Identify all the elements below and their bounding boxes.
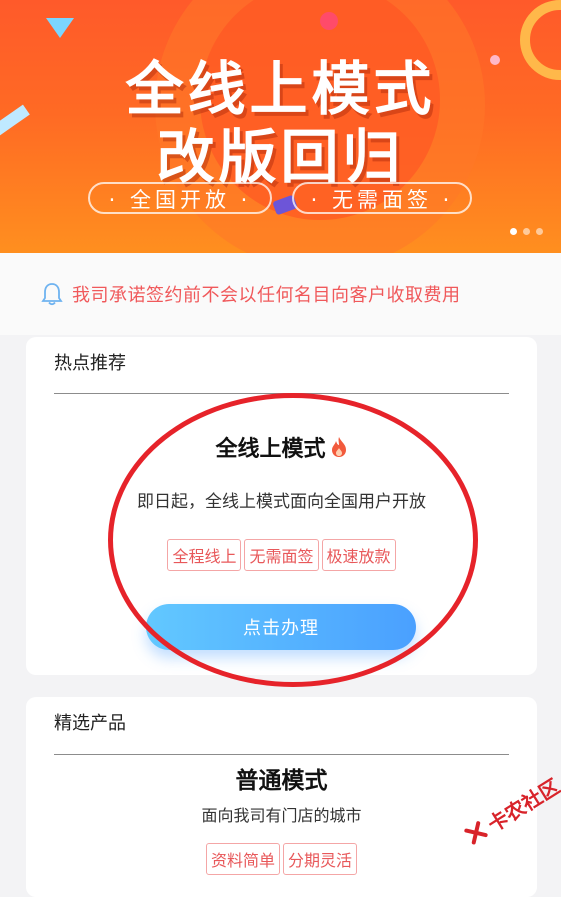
divider <box>54 754 509 755</box>
product-title: 全线上模式 <box>26 431 537 464</box>
banner-pill-no-signing: · 无需面签 · <box>292 182 472 214</box>
banner-decor-triangle <box>46 18 74 38</box>
product-tags: 全程线上 无需面签 极速放款 <box>26 539 537 571</box>
product-tag: 全程线上 <box>167 539 242 571</box>
product-tag: 分期灵活 <box>283 843 358 875</box>
apply-button[interactable]: 点击办理 <box>146 604 416 650</box>
notice-text: 我司承诺签约前不会以任何名目向客户收取费用 <box>72 285 461 306</box>
carousel-indicators <box>510 228 543 235</box>
banner-title-line2: 改版回归 <box>156 123 405 191</box>
product-description: 即日起，全线上模式面向全国用户开放 <box>137 492 426 512</box>
product-tags: 资料简单 分期灵活 <box>26 843 537 875</box>
bell-icon <box>40 281 64 307</box>
section-title: 精选产品 <box>54 713 126 734</box>
product-tag: 极速放款 <box>321 539 396 571</box>
hot-recommend-card: 热点推荐 全线上模式 即日起，全线上模式面向全国用户开放 全程线上 无需面签 极… <box>26 337 537 675</box>
carousel-dot[interactable] <box>536 228 543 235</box>
carousel-dot[interactable] <box>510 228 517 235</box>
product-tag: 资料简单 <box>205 843 280 875</box>
product-title-text: 全线上模式 <box>215 437 326 462</box>
section-title: 热点推荐 <box>54 353 126 374</box>
product-title: 普通模式 <box>235 768 328 794</box>
featured-products-card: 精选产品 普通模式 面向我司有门店的城市 资料简单 分期灵活 <box>26 697 537 897</box>
product-tag: 无需面签 <box>244 539 319 571</box>
notice-bar: 我司承诺签约前不会以任何名目向客户收取费用 <box>0 253 561 335</box>
banner-pill-nationwide: · 全国开放 · <box>88 182 272 214</box>
divider <box>54 393 509 394</box>
flame-icon <box>330 436 348 464</box>
carousel-dot[interactable] <box>523 228 530 235</box>
banner-decor-dot <box>320 12 338 30</box>
promo-banner[interactable]: 全线上模式 改版回归 · 全国开放 · · 无需面签 · <box>0 0 561 253</box>
